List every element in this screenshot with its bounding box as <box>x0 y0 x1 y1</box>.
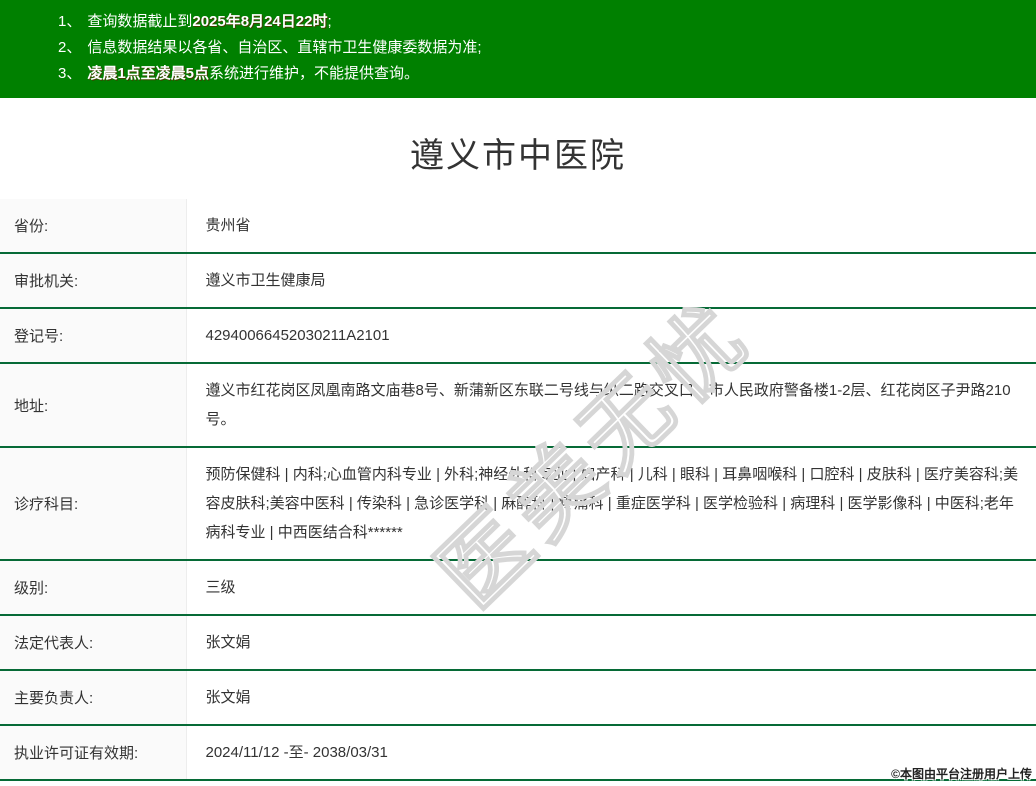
row-value: 张文娟 <box>186 670 1036 725</box>
notice-highlight: 凌晨1点至凌晨5点 <box>87 65 209 82</box>
row-value: 42940066452030211A2101 <box>186 308 1036 363</box>
row-label: 地址: <box>0 363 186 447</box>
table-row-principal-person: 主要负责人: 张文娟 <box>0 670 1036 725</box>
row-value: 预防保健科 | 内科;心血管内科专业 | 外科;神经外科专业 | 妇产科 | 儿… <box>186 447 1036 560</box>
row-label: 级别: <box>0 560 186 615</box>
row-label: 审批机关: <box>0 253 186 308</box>
notice-text: 系统进行维护，不能提供查询。 <box>209 65 419 82</box>
row-label: 执业许可证有效期: <box>0 725 186 780</box>
notice-text: 信息数据结果以各省、自治区、直辖市卫生健康委数据为准; <box>87 39 481 56</box>
notice-number: 1、 <box>58 13 81 30</box>
row-value: 三级 <box>186 560 1036 615</box>
hospital-details-table: 省份: 贵州省 审批机关: 遵义市卫生健康局 登记号: 429400664520… <box>0 199 1036 781</box>
row-label: 省份: <box>0 199 186 253</box>
row-label: 诊疗科目: <box>0 447 186 560</box>
table-row-license-validity: 执业许可证有效期: 2024/11/12 -至- 2038/03/31 <box>0 725 1036 780</box>
notice-number: 3、 <box>58 65 81 82</box>
notice-line-2: 2、信息数据结果以各省、自治区、直辖市卫生健康委数据为准; <box>58 35 1016 61</box>
row-value: 贵州省 <box>186 199 1036 253</box>
row-label: 主要负责人: <box>0 670 186 725</box>
row-value: 遵义市卫生健康局 <box>186 253 1036 308</box>
row-label: 法定代表人: <box>0 615 186 670</box>
table-row-province: 省份: 贵州省 <box>0 199 1036 253</box>
hospital-name-title: 遵义市中医院 <box>0 128 1036 177</box>
upload-credit-note: ©本图由平台注册用户上传 <box>891 765 1032 782</box>
notice-text: ; <box>327 13 331 30</box>
table-row-level: 级别: 三级 <box>0 560 1036 615</box>
notice-highlight: 2025年8月24日22时 <box>192 13 327 30</box>
table-row-approval-authority: 审批机关: 遵义市卫生健康局 <box>0 253 1036 308</box>
notice-line-3: 3、凌晨1点至凌晨5点系统进行维护，不能提供查询。 <box>58 61 1016 87</box>
row-label: 登记号: <box>0 308 186 363</box>
table-row-medical-departments: 诊疗科目: 预防保健科 | 内科;心血管内科专业 | 外科;神经外科专业 | 妇… <box>0 447 1036 560</box>
table-row-address: 地址: 遵义市红花岗区凤凰南路文庙巷8号、新蒲新区东联二号线与纵二路交叉口、市人… <box>0 363 1036 447</box>
row-value: 遵义市红花岗区凤凰南路文庙巷8号、新蒲新区东联二号线与纵二路交叉口、市人民政府警… <box>186 363 1036 447</box>
notice-number: 2、 <box>58 39 81 56</box>
query-result-page: 1、查询数据截止到2025年8月24日22时; 2、信息数据结果以各省、自治区、… <box>0 0 1036 786</box>
table-row-legal-representative: 法定代表人: 张文娟 <box>0 615 1036 670</box>
row-value: 张文娟 <box>186 615 1036 670</box>
notice-banner: 1、查询数据截止到2025年8月24日22时; 2、信息数据结果以各省、自治区、… <box>0 0 1036 98</box>
table-row-registration-number: 登记号: 42940066452030211A2101 <box>0 308 1036 363</box>
notice-text: 查询数据截止到 <box>87 13 192 30</box>
notice-line-1: 1、查询数据截止到2025年8月24日22时; <box>58 9 1016 35</box>
